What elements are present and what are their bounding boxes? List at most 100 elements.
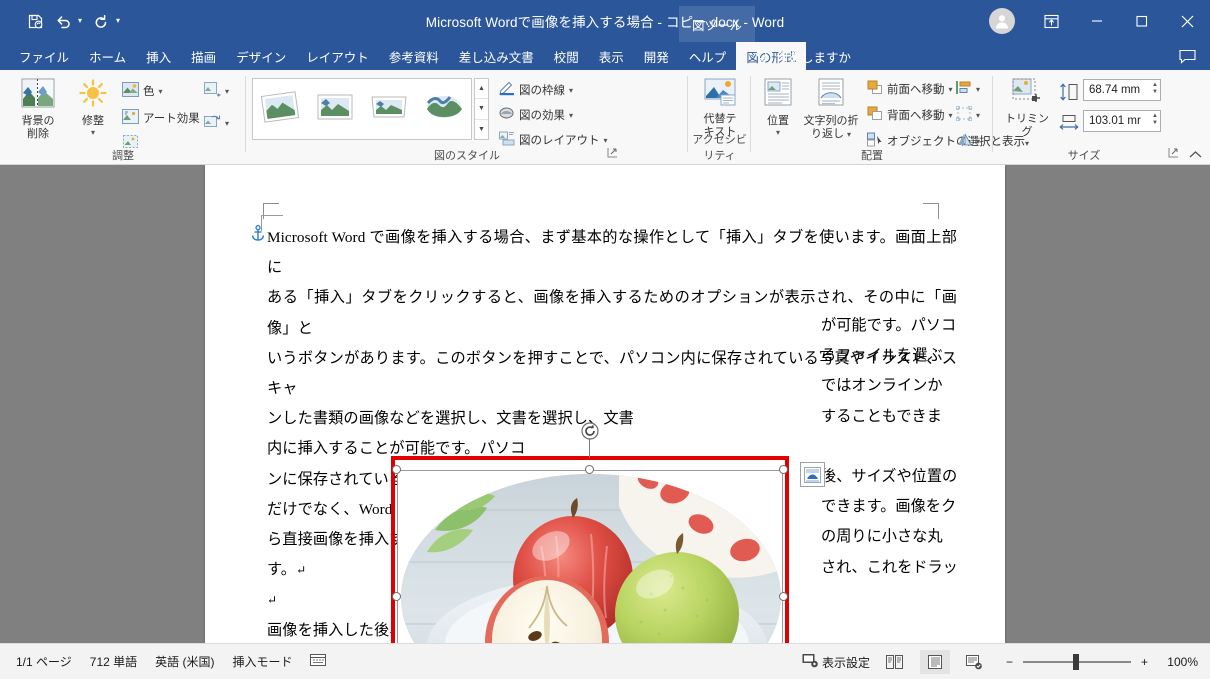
- word-count[interactable]: 712 単語: [90, 653, 137, 670]
- undo-dropdown-icon[interactable]: ▾: [74, 9, 86, 33]
- undo-icon[interactable]: [50, 9, 76, 33]
- minimize-button[interactable]: [1074, 0, 1119, 42]
- tab-view[interactable]: 表示: [589, 42, 634, 70]
- insert-mode-indicator[interactable]: 挿入モード: [232, 653, 292, 670]
- ribbon-display-options-icon[interactable]: [1029, 0, 1074, 42]
- bring-forward-button[interactable]: 前面へ移動 ▾: [867, 80, 953, 98]
- resize-handle-top-left[interactable]: [392, 465, 401, 474]
- tab-references[interactable]: 参考資料: [379, 42, 449, 70]
- picture-style-thumb-4[interactable]: [421, 89, 467, 130]
- tell-me-box[interactable]: 何をしますか: [754, 42, 851, 70]
- position-chevron-down-icon[interactable]: ▾: [776, 128, 780, 137]
- position-button[interactable]: 位置 ▾: [757, 78, 799, 137]
- picture-style-thumb-3[interactable]: [366, 89, 412, 130]
- bring-forward-chevron-down-icon[interactable]: ▾: [949, 85, 953, 94]
- tab-design[interactable]: デザイン: [226, 42, 296, 70]
- rotate-chevron-down-icon[interactable]: ▾: [976, 137, 980, 146]
- web-layout-view-button[interactable]: [960, 650, 990, 674]
- color-button[interactable]: 色 ▾: [122, 82, 163, 100]
- close-button[interactable]: [1164, 0, 1210, 42]
- tab-insert[interactable]: 挿入: [136, 42, 181, 70]
- doc-line-left: ンした書類の画像などを選択し、文書: [267, 410, 527, 428]
- object-anchor-icon[interactable]: [251, 224, 265, 244]
- display-settings-button[interactable]: 表示設定: [802, 653, 870, 671]
- layout-options-button[interactable]: [800, 462, 825, 487]
- proofing-errors-icon[interactable]: [310, 653, 327, 670]
- zoom-level-label[interactable]: 100%: [1158, 655, 1198, 669]
- comments-icon[interactable]: [1179, 42, 1196, 70]
- picture-style-thumb-1[interactable]: [257, 89, 303, 130]
- group-objects-button[interactable]: ▾: [955, 105, 980, 124]
- maximize-button[interactable]: [1119, 0, 1164, 42]
- document-area[interactable]: Microsoft Word で画像を挿入する場合、まず基本的な操作として「挿入…: [0, 165, 1210, 643]
- picture-styles-gallery[interactable]: [252, 78, 472, 140]
- artistic-effects-button[interactable]: アート効果 ▾: [122, 109, 208, 127]
- tab-layout[interactable]: レイアウト: [296, 42, 379, 70]
- picture-border-button[interactable]: 図の枠線 ▾: [499, 81, 573, 99]
- page-indicator[interactable]: 1/1 ページ: [16, 653, 72, 670]
- shape-width-spinner[interactable]: ▲ ▼: [1152, 113, 1158, 126]
- tab-help[interactable]: ヘルプ: [679, 42, 737, 70]
- gallery-scroll-up-icon[interactable]: ▲: [475, 79, 488, 100]
- tab-draw[interactable]: 描画: [181, 42, 226, 70]
- save-icon[interactable]: [22, 9, 48, 33]
- wrap-text-button[interactable]: 文字列の折 り返し ▾: [801, 78, 861, 141]
- compress-pictures-button[interactable]: ▾: [204, 82, 229, 100]
- zoom-in-button[interactable]: +: [1141, 655, 1148, 669]
- zoom-slider-thumb[interactable]: [1072, 654, 1079, 670]
- shape-height-spinner[interactable]: ▲ ▼: [1152, 82, 1158, 95]
- group-objects-chevron-down-icon[interactable]: ▾: [976, 111, 980, 120]
- tab-developer[interactable]: 開発: [634, 42, 679, 70]
- picture-border-chevron-down-icon[interactable]: ▾: [569, 86, 573, 95]
- tab-file[interactable]: ファイル: [9, 42, 79, 70]
- gallery-more-icon[interactable]: ▼: [475, 120, 488, 139]
- send-backward-chevron-down-icon[interactable]: ▾: [949, 111, 953, 120]
- shape-width-input[interactable]: 103.01 mr ▲ ▼: [1083, 110, 1161, 132]
- print-layout-view-button[interactable]: [919, 650, 950, 674]
- picture-styles-dialog-launcher[interactable]: [607, 147, 618, 161]
- tab-mailings[interactable]: 差し込み文書: [449, 42, 544, 70]
- align-chevron-down-icon[interactable]: ▾: [976, 85, 980, 94]
- size-dialog-launcher[interactable]: [1168, 147, 1179, 161]
- align-button[interactable]: ▾: [956, 80, 980, 98]
- selected-picture[interactable]: [391, 422, 789, 643]
- corrections-chevron-down-icon[interactable]: ▾: [91, 128, 95, 137]
- rotate-stem: [589, 438, 590, 458]
- picture-style-thumb-2[interactable]: [312, 89, 358, 130]
- doc-line-right: の周りに小さな丸: [821, 528, 943, 546]
- picture-effects-chevron-down-icon[interactable]: ▾: [569, 111, 573, 120]
- picture-layout-chevron-down-icon[interactable]: ▾: [604, 136, 608, 145]
- corrections-button[interactable]: 修整 ▾: [72, 78, 114, 137]
- doc-text-right-column-2: 後、サイズや位置の できます。画像をク の周りに小さな丸 され、これをドラッ: [821, 462, 966, 583]
- remove-background-button[interactable]: 背景の 削除: [12, 78, 64, 141]
- alt-text-button[interactable]: 代替テ キスト: [696, 78, 744, 139]
- change-picture-button[interactable]: ▾: [204, 114, 229, 132]
- tab-home[interactable]: ホーム: [79, 42, 136, 70]
- wrap-text-chevron-down-icon[interactable]: ▾: [847, 130, 851, 139]
- picture-styles-scroll[interactable]: ▲ ▼ ▼: [474, 78, 489, 140]
- resize-handle-top-right[interactable]: [779, 465, 788, 474]
- rotate-handle[interactable]: [581, 422, 599, 440]
- gallery-scroll-down-icon[interactable]: ▼: [475, 99, 488, 120]
- resize-handle-middle-right[interactable]: [779, 592, 788, 601]
- zoom-slider[interactable]: [1022, 654, 1131, 670]
- change-picture-chevron-down-icon[interactable]: ▾: [225, 119, 229, 128]
- shape-height-input[interactable]: 68.74 mm ▲ ▼: [1083, 79, 1161, 101]
- redo-icon[interactable]: [88, 9, 114, 33]
- zoom-out-button[interactable]: −: [1006, 655, 1013, 669]
- doc-line-right: され、これをドラッ: [821, 558, 958, 576]
- position-icon: [763, 78, 793, 112]
- resize-handle-top-center[interactable]: [585, 465, 594, 474]
- language-indicator[interactable]: 英語 (米国): [155, 653, 214, 670]
- customize-qat-icon[interactable]: ▾: [112, 9, 124, 33]
- compress-pictures-chevron-down-icon[interactable]: ▾: [225, 87, 229, 96]
- send-backward-button[interactable]: 背面へ移動 ▾: [867, 106, 953, 124]
- collapse-ribbon-icon[interactable]: [1189, 150, 1202, 162]
- color-chevron-down-icon[interactable]: ▾: [159, 87, 163, 96]
- crop-button[interactable]: トリミング ▾: [1001, 78, 1053, 148]
- tab-review[interactable]: 校閲: [544, 42, 589, 70]
- resize-handle-middle-left[interactable]: [392, 592, 401, 601]
- picture-effects-button[interactable]: 図の効果 ▾: [499, 106, 573, 124]
- account-avatar[interactable]: [989, 8, 1015, 34]
- read-mode-view-button[interactable]: [880, 650, 910, 674]
